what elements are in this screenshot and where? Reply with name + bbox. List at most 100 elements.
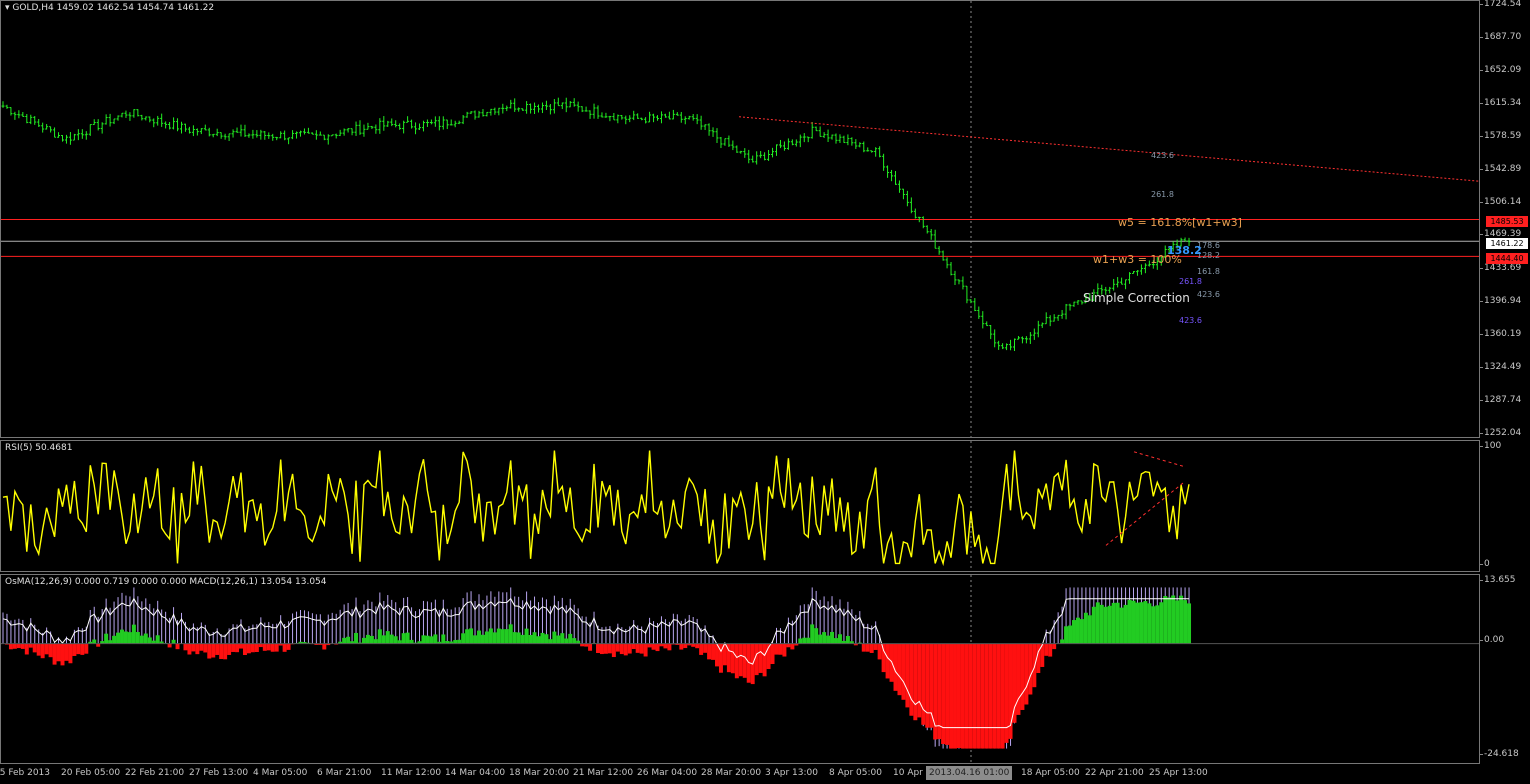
osma-bar	[28, 643, 33, 648]
osma-bar	[703, 643, 708, 653]
osma-bar	[845, 635, 850, 644]
osma-bar	[1020, 643, 1025, 710]
osma-bar	[361, 637, 366, 644]
osma-bar	[80, 643, 85, 655]
osma-bar	[1187, 603, 1192, 644]
osma-bar	[976, 643, 981, 749]
osma-bar	[274, 643, 279, 652]
osma-bar	[865, 643, 870, 652]
osma-bar	[369, 635, 374, 644]
crosshair-time-badge: 2013.04.16 01:00	[926, 766, 1013, 780]
fib-level-label: 161.8	[1197, 267, 1220, 276]
osma-bar	[250, 643, 255, 653]
price-chart-pane[interactable]: ▾ GOLD,H4 1459.02 1462.54 1454.74 1461.2…	[0, 0, 1480, 438]
osma-bar	[560, 633, 565, 644]
osma-bar	[401, 633, 406, 644]
price-level-badge: 1444.40	[1486, 253, 1528, 264]
osma-bar	[949, 643, 954, 749]
osma-bar	[607, 643, 612, 654]
osma-bar	[1099, 604, 1104, 644]
osma-bar	[548, 639, 553, 644]
osma-bar	[1167, 597, 1172, 644]
fib-level-label: 261.8	[1151, 190, 1174, 199]
osma-bar	[762, 643, 767, 677]
osma-bar	[996, 643, 1001, 749]
osma-bar	[1068, 625, 1073, 644]
osma-bar	[798, 638, 803, 644]
osma-bar	[596, 643, 600, 654]
osma-bar	[639, 643, 644, 654]
osma-bar	[599, 643, 604, 655]
osma-axis: 13.655 0.00 -24.618	[1479, 574, 1530, 764]
osma-bar	[409, 639, 414, 644]
osma-bar	[1119, 607, 1124, 644]
osma-bar	[155, 635, 160, 644]
osma-bar	[568, 633, 573, 644]
osma-bar	[1127, 599, 1132, 644]
osma-bar	[631, 643, 636, 650]
osma-bar	[453, 640, 458, 644]
osma-bar	[469, 628, 474, 644]
osma-bar	[191, 643, 196, 652]
osma-bar	[8, 643, 13, 650]
osma-bar	[1091, 606, 1096, 644]
osma-bar	[397, 640, 402, 644]
osma-bar	[790, 643, 795, 650]
dropdown-icon[interactable]: ▾	[5, 3, 10, 13]
osma-bar	[1175, 600, 1180, 644]
osma-bar	[175, 643, 180, 650]
osma-bar	[20, 643, 25, 649]
osma-bar	[1123, 604, 1128, 644]
osma-bar	[988, 643, 993, 749]
osma-bar	[500, 629, 505, 644]
time-tick: 26 Mar 04:00	[637, 768, 698, 778]
time-tick: 14 Mar 04:00	[445, 768, 506, 778]
time-tick: 20 Feb 05:00	[61, 768, 121, 778]
osma-bar	[235, 643, 240, 653]
price-tick: 1578.59	[1479, 131, 1522, 141]
time-tick: 3 Apr 13:00	[765, 768, 818, 778]
osma-bar	[822, 632, 827, 644]
osma-bar	[346, 636, 351, 644]
osma-bar	[187, 643, 192, 655]
osma-bar	[992, 643, 997, 749]
osma-bar	[536, 636, 541, 644]
fib-level-label: 138.2	[1167, 244, 1202, 257]
osma-bar	[742, 643, 747, 678]
osma-bar	[143, 633, 148, 644]
osma-bar	[655, 643, 660, 652]
osma-bar	[183, 643, 188, 651]
osma-bar	[881, 643, 886, 673]
osma-bar	[246, 643, 251, 654]
osma-bar	[1079, 619, 1084, 644]
osma-bar	[457, 639, 462, 644]
osma-bar	[877, 643, 882, 660]
osma-macd-pane[interactable]: OsMA(12,26,9) 0.000 0.719 0.000 0.000 MA…	[0, 574, 1480, 764]
chart-title: ▾ GOLD,H4 1459.02 1462.54 1454.74 1461.2…	[5, 3, 214, 13]
osma-tick: 0.00	[1479, 635, 1505, 645]
osma-bar	[425, 635, 430, 644]
osma-bar	[564, 638, 569, 644]
osma-bar	[1183, 600, 1188, 644]
osma-bar	[104, 633, 109, 644]
time-tick: 22 Apr 21:00	[1085, 768, 1144, 778]
rsi-divergence-line	[1133, 451, 1184, 467]
osma-bar	[52, 643, 57, 665]
osma-bar	[68, 643, 73, 664]
osma-bar	[1095, 602, 1100, 644]
time-tick: 25 Apr 13:00	[1149, 768, 1208, 778]
osma-bar	[135, 632, 140, 644]
osma-bar	[56, 643, 61, 662]
osma-bar	[262, 643, 267, 651]
osma-bar	[508, 624, 513, 644]
osma-bar	[1147, 603, 1152, 644]
osma-bar	[1000, 643, 1005, 749]
time-tick: 22 Feb 21:00	[125, 768, 185, 778]
osma-bar	[60, 643, 65, 666]
osma-bar	[556, 635, 561, 644]
w5-annotation: w5 = 161.8%[w1+w3]	[1118, 216, 1242, 229]
rsi-pane[interactable]: RSI(5) 50.4681	[0, 440, 1480, 572]
osma-bar	[32, 643, 37, 653]
price-tick: 1652.09	[1479, 65, 1522, 75]
time-tick: 15 Feb 2013	[0, 768, 51, 778]
